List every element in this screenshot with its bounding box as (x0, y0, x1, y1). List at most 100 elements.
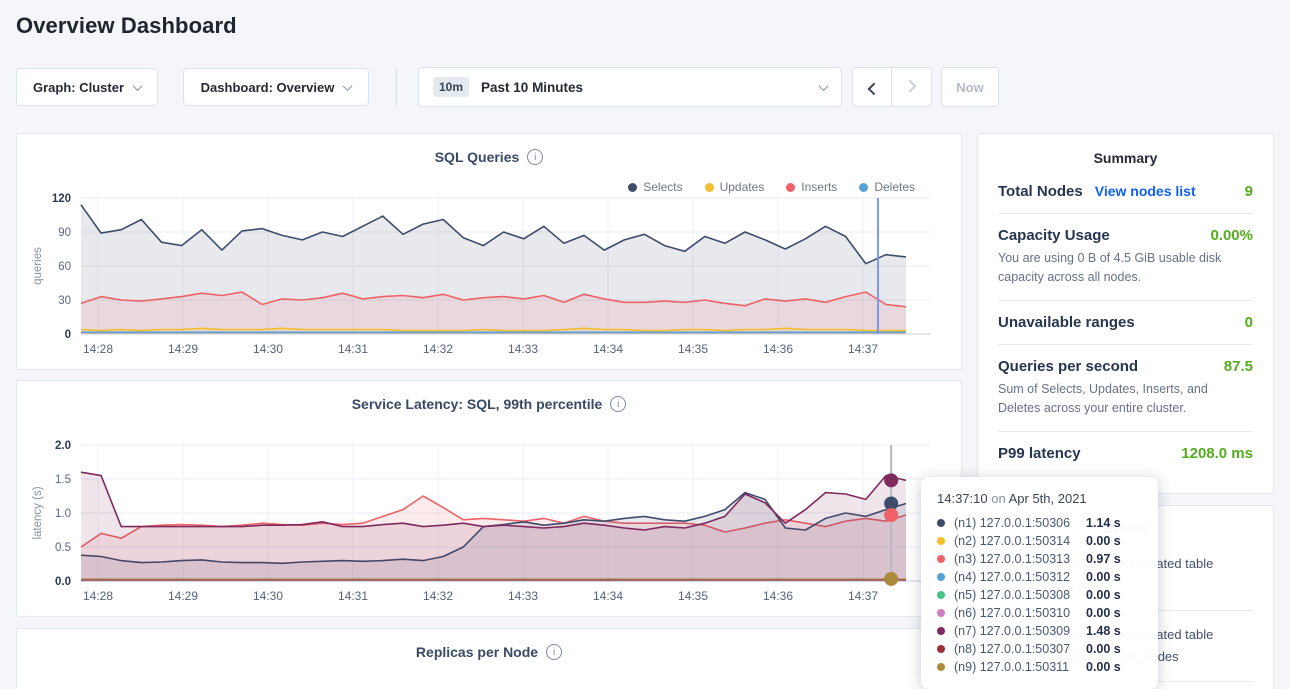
summary-card: Summary Total Nodes View nodes list 9 Ca… (977, 133, 1274, 494)
chevron-down-icon (133, 81, 143, 91)
svg-text:14:35: 14:35 (678, 342, 708, 356)
tooltip-node-label: (n6) 127.0.0.1:50310 (954, 606, 1086, 620)
sql-queries-chart[interactable]: 14:2814:2914:3014:3114:3214:3314:3414:35… (17, 182, 963, 364)
svg-text:0.5: 0.5 (55, 542, 71, 554)
node-color-dot-icon (937, 537, 945, 545)
summary-row-p99-latency: P99 latency 1208.0 ms (998, 432, 1253, 475)
view-nodes-list-link[interactable]: View nodes list (1095, 183, 1196, 199)
svg-text:14:28: 14:28 (83, 589, 113, 603)
tooltip-node-value: 0.00 s (1086, 588, 1121, 602)
toolbar-divider (396, 68, 397, 106)
summary-row-capacity-usage: Capacity Usage 0.00% You are using 0 B o… (998, 214, 1253, 301)
node-color-dot-icon (937, 555, 945, 563)
summary-row-unavailable-ranges: Unavailable ranges 0 (998, 301, 1253, 345)
dashboard-dropdown[interactable]: Dashboard: Overview (183, 68, 369, 106)
tooltip-node-row: (n1) 127.0.0.1:503061.14 s (937, 514, 1142, 532)
time-range-badge: 10m (433, 77, 469, 97)
p99-latency-value: 1208.0 ms (1181, 445, 1253, 462)
unavailable-ranges-value: 0 (1245, 314, 1253, 331)
tooltip-node-row: (n9) 127.0.0.1:503110.00 s (937, 658, 1142, 676)
tooltip-node-row: (n7) 127.0.0.1:503091.48 s (937, 622, 1142, 640)
service-latency-panel: Service Latency: SQL, 99th percentile i … (16, 380, 962, 617)
replicas-per-node-panel: Replicas per Node i (16, 628, 962, 689)
svg-text:14:34: 14:34 (593, 589, 623, 603)
tooltip-node-value: 0.00 s (1086, 642, 1121, 656)
graph-dropdown[interactable]: Graph: Cluster (16, 68, 158, 106)
svg-text:14:32: 14:32 (423, 589, 453, 603)
tooltip-node-label: (n1) 127.0.0.1:50306 (954, 516, 1086, 530)
svg-text:14:33: 14:33 (508, 589, 538, 603)
svg-text:14:28: 14:28 (83, 342, 113, 356)
tooltip-node-value: 0.00 s (1086, 534, 1121, 548)
graph-dropdown-label: Graph: Cluster (33, 80, 124, 95)
tooltip-node-row: (n6) 127.0.0.1:503100.00 s (937, 604, 1142, 622)
queries-per-second-value: 87.5 (1224, 358, 1253, 375)
tooltip-node-label: (n8) 127.0.0.1:50307 (954, 642, 1086, 656)
svg-text:90: 90 (58, 227, 71, 239)
node-color-dot-icon (937, 591, 945, 599)
svg-text:2.0: 2.0 (55, 440, 71, 452)
tooltip-node-value: 0.00 s (1086, 606, 1121, 620)
tooltip-node-row: (n2) 127.0.0.1:503140.00 s (937, 532, 1142, 550)
service-latency-chart[interactable]: 14:28 14:29 14:30 14:31 14:32 14:33 14:34 14:35… (17, 429, 963, 611)
svg-text:14:35: 14:35 (678, 589, 708, 603)
capacity-usage-value: 0.00% (1210, 227, 1253, 244)
sql-queries-panel: SQL Queries i Selects Updates Inserts De… (16, 133, 962, 370)
tooltip-node-row: (n4) 127.0.0.1:503120.00 s (937, 568, 1142, 586)
node-color-dot-icon (937, 519, 945, 527)
svg-text:14:29: 14:29 (168, 589, 198, 603)
svg-text:0.0: 0.0 (55, 576, 71, 588)
svg-text:120: 120 (52, 193, 71, 205)
svg-text:0: 0 (65, 329, 71, 341)
node-color-dot-icon (937, 573, 945, 581)
tooltip-node-row: (n3) 127.0.0.1:503130.97 s (937, 550, 1142, 568)
chart-title-replicas-per-node: Replicas per Node (416, 644, 538, 660)
info-icon[interactable]: i (610, 396, 626, 412)
node-color-dot-icon (937, 609, 945, 617)
time-range-selector[interactable]: 10m Past 10 Minutes (418, 67, 842, 107)
svg-text:14:31: 14:31 (338, 342, 368, 356)
info-icon[interactable]: i (546, 644, 562, 660)
summary-title: Summary (978, 134, 1273, 166)
now-button[interactable]: Now (941, 67, 999, 107)
time-forward-button[interactable] (892, 67, 932, 107)
svg-text:queries: queries (32, 247, 44, 285)
total-nodes-value: 9 (1245, 183, 1253, 200)
chevron-right-icon (904, 79, 917, 92)
tooltip-node-label: (n7) 127.0.0.1:50309 (954, 624, 1086, 638)
svg-text:14:31: 14:31 (338, 589, 368, 603)
time-range-label: Past 10 Minutes (481, 80, 583, 95)
tooltip-node-label: (n5) 127.0.0.1:50308 (954, 588, 1086, 602)
svg-text:14:33: 14:33 (508, 342, 538, 356)
tooltip-node-row: (n5) 127.0.0.1:503080.00 s (937, 586, 1142, 604)
tooltip-node-value: 0.00 s (1086, 660, 1121, 674)
node-color-dot-icon (937, 645, 945, 653)
chevron-down-icon (819, 81, 829, 91)
chart-title-sql-queries: SQL Queries (435, 149, 520, 165)
chevron-down-icon (343, 81, 353, 91)
svg-text:14:36: 14:36 (763, 589, 793, 603)
info-icon[interactable]: i (527, 149, 543, 165)
chart-hover-tooltip: 14:37:10 on Apr 5th, 2021 (n1) 127.0.0.1… (921, 477, 1158, 689)
summary-row-queries-per-second: Queries per second 87.5 Sum of Selects, … (998, 345, 1253, 432)
svg-text:1.5: 1.5 (55, 474, 71, 486)
svg-text:14:32: 14:32 (423, 342, 453, 356)
time-backward-button[interactable] (852, 67, 892, 107)
tooltip-node-row: (n8) 127.0.0.1:503070.00 s (937, 640, 1142, 658)
tooltip-node-value: 1.14 s (1086, 516, 1121, 530)
chevron-left-icon (867, 82, 880, 95)
chart-title-service-latency: Service Latency: SQL, 99th percentile (352, 396, 603, 412)
page-title: Overview Dashboard (16, 13, 237, 39)
svg-text:latency (s): latency (s) (32, 486, 44, 539)
svg-text:14:29: 14:29 (168, 342, 198, 356)
svg-text:60: 60 (58, 261, 71, 273)
node-color-dot-icon (937, 627, 945, 635)
svg-text:30: 30 (58, 295, 71, 307)
svg-text:1.0: 1.0 (55, 508, 71, 520)
svg-text:14:30: 14:30 (253, 589, 283, 603)
node-color-dot-icon (937, 663, 945, 671)
tooltip-node-label: (n4) 127.0.0.1:50312 (954, 570, 1086, 584)
dashboard-dropdown-label: Dashboard: Overview (201, 80, 335, 95)
tooltip-node-value: 1.48 s (1086, 624, 1121, 638)
tooltip-node-label: (n2) 127.0.0.1:50314 (954, 534, 1086, 548)
